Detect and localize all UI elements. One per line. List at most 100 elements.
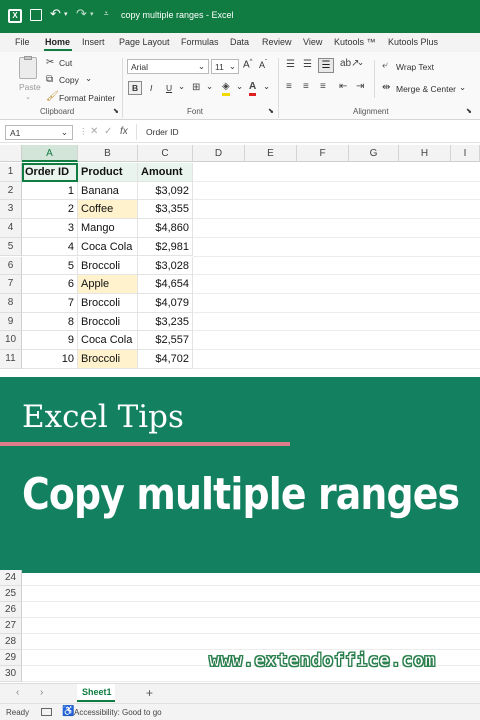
row-header[interactable]: 11 — [0, 350, 22, 369]
table-cell[interactable]: $4,702 — [138, 350, 193, 369]
tab-kutools-plus[interactable]: Kutools Plus — [388, 37, 438, 47]
table-cell[interactable]: Banana — [78, 181, 138, 201]
row-header[interactable]: 27 — [0, 618, 22, 634]
formula-input[interactable]: Order ID — [146, 127, 179, 137]
scroll-tabs-right-icon[interactable]: › — [40, 687, 43, 698]
row-header[interactable]: 7 — [0, 275, 22, 294]
table-cell[interactable]: 4 — [22, 237, 78, 257]
header-cell[interactable]: Order ID — [22, 163, 78, 182]
font-color-dropdown-icon[interactable]: ⌄ — [263, 81, 270, 92]
tab-insert[interactable]: Insert — [82, 37, 105, 47]
column-header-h[interactable]: H — [399, 145, 451, 162]
borders-icon[interactable]: ⊞ — [192, 82, 200, 94]
orientation-dropdown-icon[interactable]: ⌄ — [357, 57, 364, 68]
table-cell[interactable]: $3,235 — [138, 312, 193, 332]
copy-button[interactable]: Copy — [59, 75, 79, 85]
table-cell[interactable]: Coca Cola — [78, 331, 138, 350]
row-header[interactable]: 24 — [0, 570, 22, 586]
column-header-d[interactable]: D — [193, 145, 245, 162]
name-box[interactable]: A1 ⌄ — [5, 125, 73, 140]
tab-review[interactable]: Review — [262, 37, 292, 47]
align-center-icon[interactable]: ≡ — [303, 81, 309, 93]
tab-view[interactable]: View — [303, 37, 322, 47]
table-cell[interactable]: Coffee — [78, 200, 138, 220]
fill-color-icon[interactable]: ◈ — [222, 81, 230, 96]
table-cell[interactable]: 2 — [22, 200, 78, 220]
scroll-tabs-left-icon[interactable]: ‹ — [16, 687, 19, 698]
table-cell[interactable]: 3 — [22, 219, 78, 238]
table-cell[interactable]: Broccoli — [78, 256, 138, 276]
column-header-i[interactable]: I — [451, 145, 480, 162]
accessibility-icon[interactable]: ♿ — [62, 706, 74, 717]
table-cell[interactable]: 7 — [22, 293, 78, 313]
row-header[interactable]: 10 — [0, 331, 22, 350]
select-all-corner[interactable] — [0, 145, 22, 162]
borders-dropdown-icon[interactable]: ⌄ — [206, 81, 213, 92]
wrap-text-button[interactable]: Wrap Text — [396, 62, 434, 72]
align-bottom-icon[interactable]: ☰ — [318, 58, 334, 73]
table-cell[interactable]: $4,860 — [138, 219, 193, 238]
align-middle-icon[interactable]: ☰ — [303, 59, 312, 71]
table-cell[interactable]: 1 — [22, 181, 78, 201]
row-header[interactable]: 26 — [0, 602, 22, 618]
clipboard-dialog-launcher-icon[interactable]: ⬊ — [113, 107, 119, 115]
table-cell[interactable]: Mango — [78, 219, 138, 238]
copy-icon[interactable]: ⧉ — [46, 74, 53, 86]
format-painter-button[interactable]: Format Painter — [59, 93, 115, 103]
undo-dropdown-icon[interactable]: ▾ — [64, 10, 68, 18]
table-cell[interactable]: 6 — [22, 275, 78, 294]
table-cell[interactable]: Broccoli — [78, 350, 138, 369]
font-size-select[interactable]: 11 ⌄ — [211, 59, 239, 74]
sheet-tab-sheet1[interactable]: Sheet1 — [77, 684, 115, 702]
paste-button[interactable]: Paste — [19, 82, 41, 92]
merge-center-icon[interactable]: ⇹ — [382, 82, 390, 94]
merge-center-dropdown-icon[interactable]: ⌄ — [459, 82, 466, 93]
paste-dropdown-icon[interactable]: ⌄ — [25, 93, 31, 101]
row-header[interactable]: 30 — [0, 666, 22, 682]
accessibility-status[interactable]: Accessibility: Good to go — [74, 708, 162, 717]
copy-dropdown-icon[interactable]: ⌄ — [85, 73, 92, 84]
row-header[interactable]: 8 — [0, 293, 22, 313]
tab-formulas[interactable]: Formulas — [181, 37, 219, 47]
decrease-font-size-icon[interactable]: Aˇ — [259, 60, 267, 70]
column-header-b[interactable]: B — [78, 145, 138, 162]
tab-page-layout[interactable]: Page Layout — [119, 37, 170, 47]
insert-function-icon[interactable]: fx — [120, 126, 128, 137]
table-cell[interactable]: 10 — [22, 350, 78, 369]
table-cell[interactable]: 9 — [22, 331, 78, 350]
tab-file[interactable]: File — [15, 37, 30, 47]
tab-kutools[interactable]: Kutools ™ — [334, 37, 376, 47]
increase-font-size-icon[interactable]: A^ — [243, 59, 253, 70]
table-cell[interactable]: 8 — [22, 312, 78, 332]
merge-center-button[interactable]: Merge & Center — [396, 84, 456, 94]
align-left-icon[interactable]: ≡ — [286, 81, 292, 93]
column-header-f[interactable]: F — [297, 145, 349, 162]
row-header[interactable]: 25 — [0, 586, 22, 602]
table-cell[interactable]: $3,028 — [138, 256, 193, 276]
table-cell[interactable]: Broccoli — [78, 293, 138, 313]
header-cell[interactable]: Product — [78, 163, 138, 182]
cut-icon[interactable]: ✂ — [46, 57, 54, 69]
column-header-c[interactable]: C — [138, 145, 193, 162]
tab-data[interactable]: Data — [230, 37, 249, 47]
row-header[interactable]: 3 — [0, 200, 22, 220]
format-painter-icon[interactable]: 🖌 — [46, 91, 59, 103]
macro-record-icon[interactable] — [41, 708, 52, 716]
column-header-g[interactable]: G — [349, 145, 399, 162]
font-dialog-launcher-icon[interactable]: ⬊ — [268, 107, 274, 115]
table-cell[interactable]: 5 — [22, 256, 78, 276]
row-header[interactable]: 28 — [0, 634, 22, 650]
table-cell[interactable]: $4,079 — [138, 293, 193, 313]
header-cell[interactable]: Amount — [138, 163, 193, 182]
table-cell[interactable]: $3,355 — [138, 200, 193, 220]
row-header[interactable]: 6 — [0, 256, 22, 276]
add-sheet-button[interactable]: + — [146, 686, 153, 700]
font-color-icon[interactable]: A — [249, 81, 257, 96]
table-cell[interactable]: Broccoli — [78, 312, 138, 332]
row-header[interactable]: 5 — [0, 237, 22, 257]
table-cell[interactable]: $4,654 — [138, 275, 193, 294]
table-cell[interactable]: $3,092 — [138, 181, 193, 201]
column-header-a[interactable]: A — [22, 145, 78, 162]
customize-toolbar-icon[interactable]: ⩡ — [104, 9, 109, 19]
row-header[interactable]: 1 — [0, 163, 22, 182]
